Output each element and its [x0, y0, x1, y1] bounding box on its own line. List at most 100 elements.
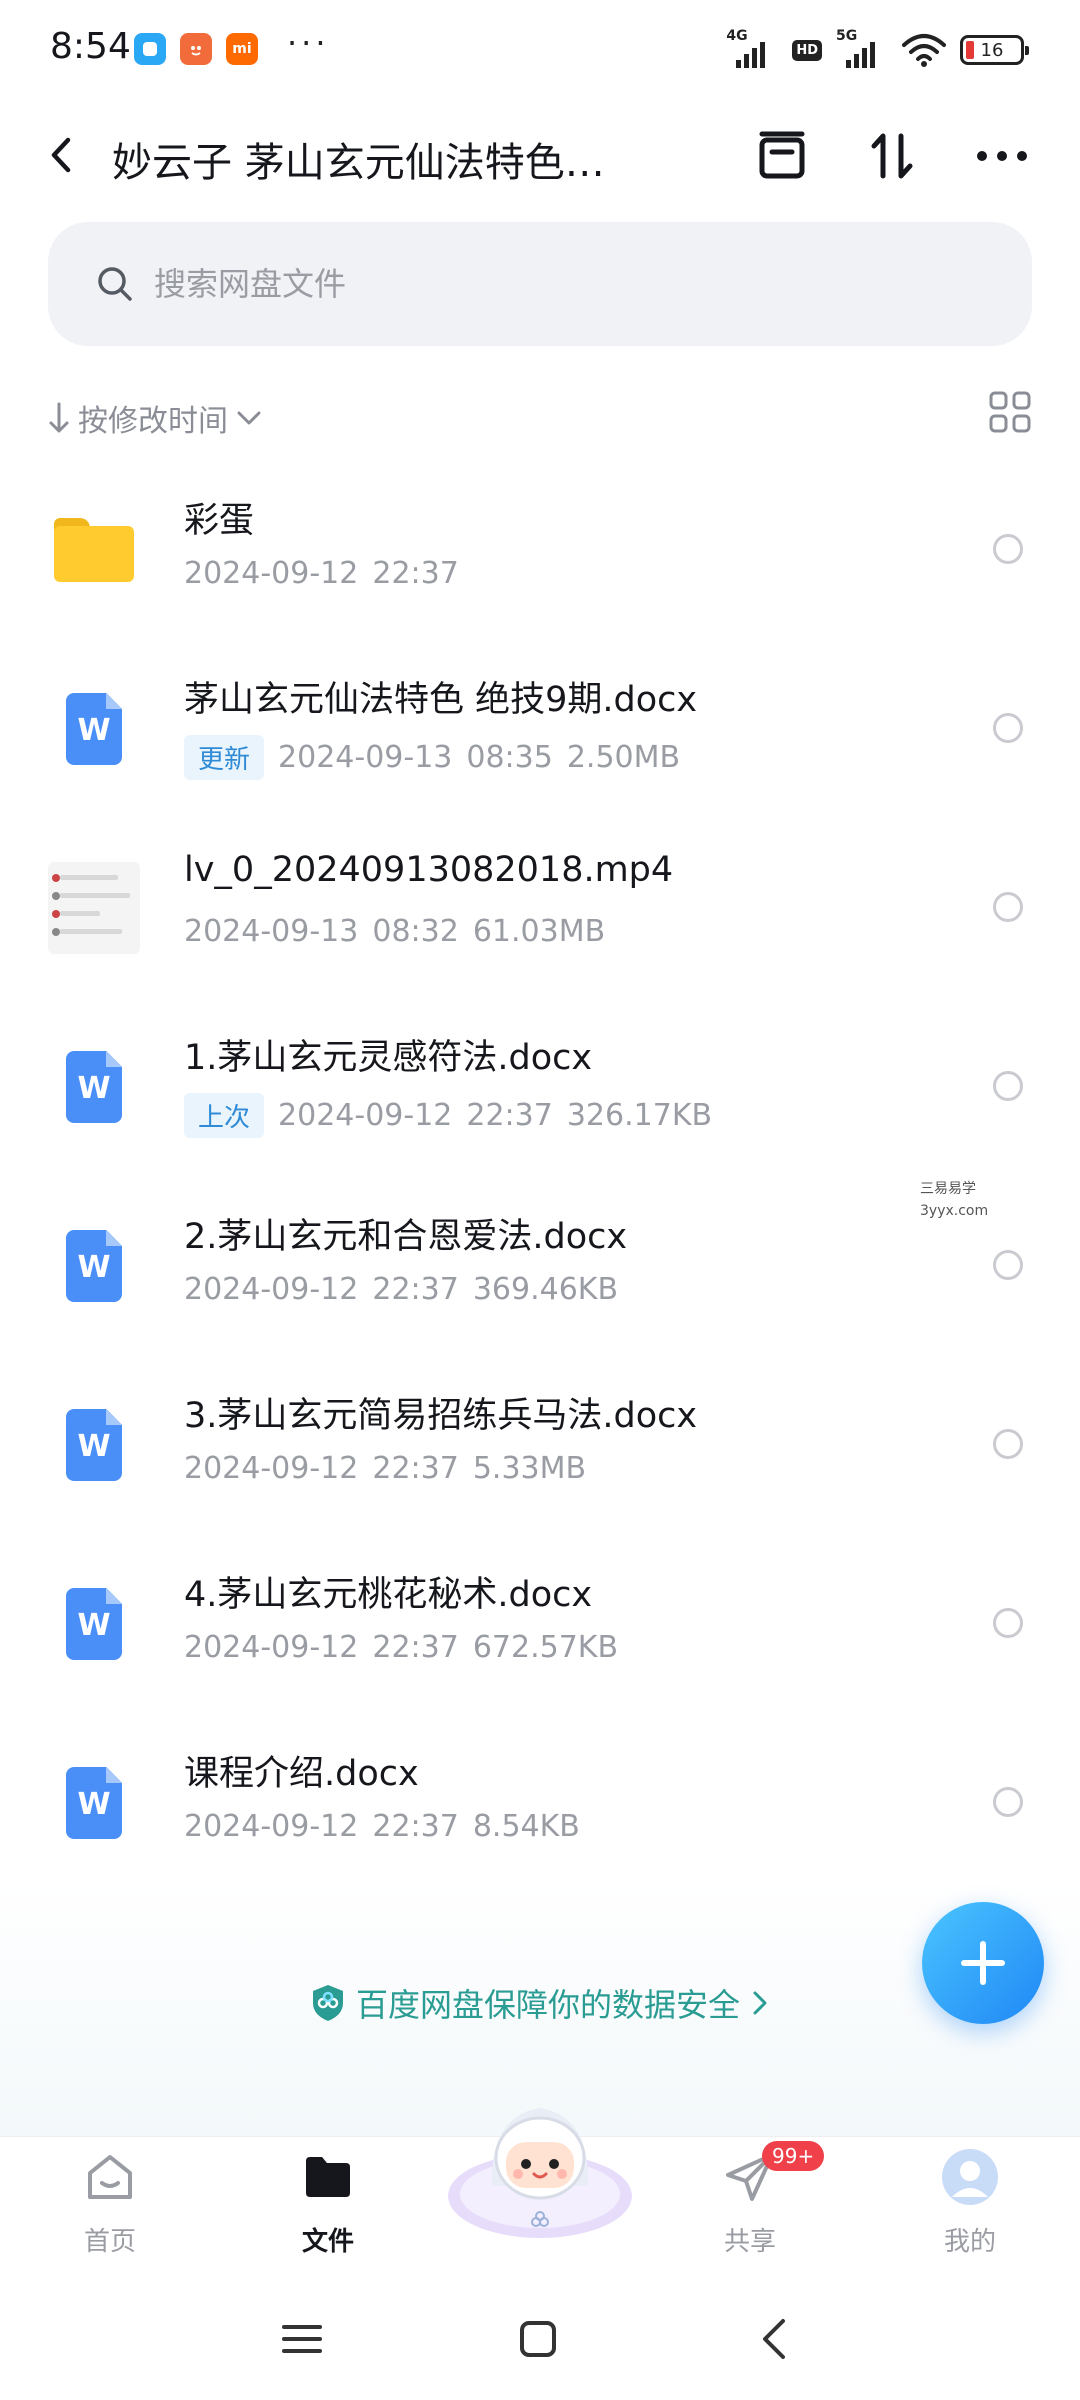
sort-row: 按修改时间 [48, 390, 1032, 446]
file-date: 2024-09-12 [184, 1630, 359, 1665]
sort-label: 按修改时间 [78, 404, 228, 439]
file-meta: 上次 2024-09-12 22:37 326.17KB [184, 1093, 712, 1138]
tab-label: 首页 [83, 2227, 136, 2257]
file-time: 08:35 [466, 740, 553, 775]
transfer-icon [759, 131, 805, 179]
search-input[interactable] [154, 265, 954, 303]
select-checkbox[interactable] [993, 713, 1023, 743]
word-doc-icon: W [48, 1041, 140, 1133]
select-checkbox[interactable] [993, 1250, 1023, 1280]
file-time: 22:37 [372, 1630, 459, 1665]
back-nav-button[interactable] [744, 2314, 804, 2364]
select-checkbox[interactable] [993, 1787, 1023, 1817]
grid-view-icon[interactable] [988, 390, 1032, 434]
shield-icon [312, 1985, 343, 2021]
file-meta: 2024-09-12 22:37 369.46KB [184, 1272, 618, 1307]
notification-badge: 99+ [762, 2141, 825, 2171]
chevron-right-icon [753, 1991, 767, 2015]
app-notification-icon [134, 33, 166, 65]
file-row[interactable]: W 1.茅山玄元灵感符法.docx 上次 2024-09-12 22:37 32… [0, 997, 1080, 1176]
folder-icon [48, 504, 140, 596]
status-time: 8:54 [50, 26, 131, 67]
select-checkbox[interactable] [993, 1429, 1023, 1459]
file-size: 8.54KB [472, 1809, 580, 1844]
more-notifications-icon: ··· [287, 24, 330, 62]
header: 妙云子 茅山玄元仙法特色… [0, 110, 1080, 200]
file-meta: 2024-09-12 22:37 672.57KB [184, 1630, 618, 1665]
video-thumbnail [48, 862, 140, 954]
file-size: 61.03MB [472, 914, 606, 949]
add-button[interactable] [922, 1902, 1044, 2024]
watermark-line: 三易易学 [920, 1181, 976, 1197]
more-dots-icon [977, 151, 1027, 161]
file-row[interactable]: W 3.茅山玄元简易招练兵马法.docx 2024-09-12 22:37 5.… [0, 1355, 1080, 1534]
back-arrow-icon [763, 2319, 785, 2359]
tab-files[interactable]: 文件 [248, 2147, 408, 2258]
status-indicators: 4G HD 5G 16 [726, 28, 1029, 72]
watermark: 三易易学 3yyx.com [920, 1178, 988, 1222]
tab-me[interactable]: 我的 [890, 2147, 1050, 2258]
file-row[interactable]: W 茅山玄元仙法特色 绝技9期.docx 更新 2024-09-13 08:35… [0, 639, 1080, 818]
select-checkbox[interactable] [993, 1071, 1023, 1101]
file-name: 1.茅山玄元灵感符法.docx [184, 1038, 593, 1078]
recents-button[interactable] [272, 2314, 332, 2364]
word-doc-icon: W [48, 1578, 140, 1670]
file-row[interactable]: W 4.茅山玄元桃花秘术.docx 2024-09-12 22:37 672.5… [0, 1534, 1080, 1713]
updated-badge: 更新 [184, 735, 265, 780]
file-row-folder[interactable]: 彩蛋 2024-09-12 22:37 [0, 460, 1080, 639]
file-row[interactable]: lv_0_20240913082018.mp4 2024-09-13 08:32… [0, 818, 1080, 997]
file-name: 课程介绍.docx [184, 1754, 419, 1794]
battery-level: 16 [980, 39, 1004, 61]
file-time: 22:37 [372, 556, 459, 591]
word-doc-icon: W [48, 1399, 140, 1491]
file-size: 2.50MB [566, 740, 681, 775]
ai-assistant-mascot-icon[interactable] [442, 2076, 638, 2252]
page-title: 妙云子 茅山玄元仙法特色… [112, 140, 605, 186]
search-icon [98, 267, 132, 301]
file-meta: 2024-09-12 22:37 [184, 556, 459, 591]
file-name: 彩蛋 [184, 501, 255, 541]
file-date: 2024-09-12 [184, 1272, 359, 1307]
file-date: 2024-09-13 [278, 740, 453, 775]
tab-home[interactable]: 首页 [30, 2147, 190, 2258]
select-checkbox[interactable] [993, 1608, 1023, 1638]
sort-dropdown[interactable]: 按修改时间 [48, 396, 262, 440]
search-bar[interactable] [48, 222, 1032, 346]
file-row[interactable]: W 2.茅山玄元和合恩爱法.docx 2024-09-12 22:37 369.… [0, 1176, 1080, 1355]
more-options-button[interactable] [970, 124, 1034, 188]
file-name: lv_0_20240913082018.mp4 [184, 850, 674, 890]
back-icon[interactable] [42, 132, 82, 178]
home-nav-button[interactable] [508, 2314, 568, 2364]
file-size: 5.33MB [472, 1451, 587, 1486]
transfer-list-button[interactable] [750, 124, 814, 188]
square-icon [520, 2321, 556, 2357]
mi-app-icon: mi [226, 33, 258, 65]
wifi-icon [902, 34, 946, 67]
signal-5g-icon: 5G [836, 28, 888, 68]
tab-share[interactable]: 99+ 共享 [670, 2141, 830, 2258]
file-date: 2024-09-13 [184, 914, 359, 949]
plus-icon [961, 1941, 1005, 1985]
file-name: 3.茅山玄元简易招练兵马法.docx [184, 1396, 698, 1436]
word-doc-icon: W [48, 1220, 140, 1312]
tab-label: 共享 [723, 2227, 776, 2257]
last-opened-badge: 上次 [184, 1093, 265, 1138]
file-row[interactable]: W 课程介绍.docx 2024-09-12 22:37 8.54KB [0, 1713, 1080, 1892]
security-notice[interactable]: 百度网盘保障你的数据安全 [0, 1980, 1080, 2026]
file-date: 2024-09-12 [184, 1809, 359, 1844]
sort-order-button[interactable] [860, 124, 924, 188]
arrow-down-icon [49, 402, 69, 433]
chevron-down-icon [237, 411, 261, 425]
file-meta: 2024-09-13 08:32 61.03MB [184, 914, 605, 949]
system-nav-bar [0, 2276, 1080, 2400]
file-time: 08:32 [372, 914, 459, 949]
file-meta: 2024-09-12 22:37 8.54KB [184, 1809, 580, 1844]
file-list: 彩蛋 2024-09-12 22:37 W 茅山玄元仙法特色 绝技9期.docx… [0, 460, 1080, 1892]
select-checkbox[interactable] [993, 892, 1023, 922]
menu-icon [282, 2325, 322, 2353]
tab-label: 我的 [943, 2227, 996, 2257]
status-bar: 8:54 mi ··· 4G HD 5G 16 [0, 0, 1080, 100]
word-doc-icon: W [48, 683, 140, 775]
folder-tab-icon [306, 2157, 350, 2197]
select-checkbox[interactable] [993, 534, 1023, 564]
